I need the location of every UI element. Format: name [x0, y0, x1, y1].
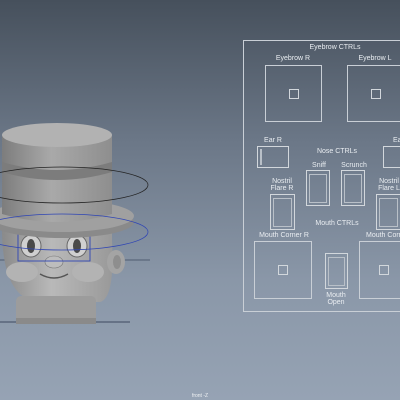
- maya-viewport[interactable]: Eyebrow CTRLs Eyebrow R Eyebrow L Ear R …: [0, 0, 400, 400]
- eyebrow-r-handle[interactable]: [288, 88, 299, 99]
- character-model[interactable]: [0, 0, 160, 400]
- mouth-corner-l-handle[interactable]: [379, 265, 389, 275]
- scrunch-control[interactable]: [341, 170, 365, 206]
- ear-r-label: Ear R: [264, 137, 282, 144]
- nostril-flare-l-label-2: Flare L: [378, 185, 400, 192]
- ear-l-label: Ea: [393, 137, 400, 144]
- ear-r-control[interactable]: [257, 146, 289, 168]
- mouth-ctrls-title: Mouth CTRLs: [315, 220, 359, 227]
- mouth-corner-l-control[interactable]: [359, 241, 400, 299]
- eyebrow-l-label: Eyebrow L: [358, 55, 392, 62]
- mouth-corner-r-label: Mouth Corner R: [259, 232, 309, 239]
- scrunch-label: Scrunch: [341, 162, 367, 169]
- nostril-flare-r-control[interactable]: [270, 194, 295, 230]
- sniff-label: Sniff: [312, 162, 326, 169]
- eyebrow-l-handle[interactable]: [370, 88, 381, 99]
- eyebrow-l-control[interactable]: [347, 65, 400, 122]
- nostril-flare-r-label-2: Flare R: [270, 185, 294, 192]
- nostril-flare-l-handle[interactable]: [379, 198, 398, 227]
- nose-ctrls-title: Nose CTRLs: [316, 148, 358, 155]
- nostril-flare-r-handle[interactable]: [273, 198, 292, 227]
- mouth-corner-r-handle[interactable]: [278, 265, 288, 275]
- eyebrow-r-label: Eyebrow R: [275, 55, 311, 62]
- ear-l-control[interactable]: [383, 146, 400, 168]
- nostril-flare-l-control[interactable]: [376, 194, 400, 230]
- mouth-open-handle[interactable]: [328, 257, 345, 286]
- mouth-corner-r-control[interactable]: [254, 241, 312, 299]
- mouth-open-label-2: Open: [327, 299, 345, 306]
- eyebrow-ctrls-title: Eyebrow CTRLs: [309, 44, 361, 51]
- mouth-open-control[interactable]: [325, 253, 348, 289]
- scrunch-handle[interactable]: [344, 174, 362, 203]
- sniff-control[interactable]: [306, 170, 330, 206]
- sniff-handle[interactable]: [309, 174, 327, 203]
- mouth-corner-l-label: Mouth Corn: [366, 232, 400, 239]
- ear-r-handle[interactable]: [260, 149, 262, 165]
- eyebrow-r-control[interactable]: [265, 65, 322, 122]
- camera-label: front -Z: [191, 393, 209, 399]
